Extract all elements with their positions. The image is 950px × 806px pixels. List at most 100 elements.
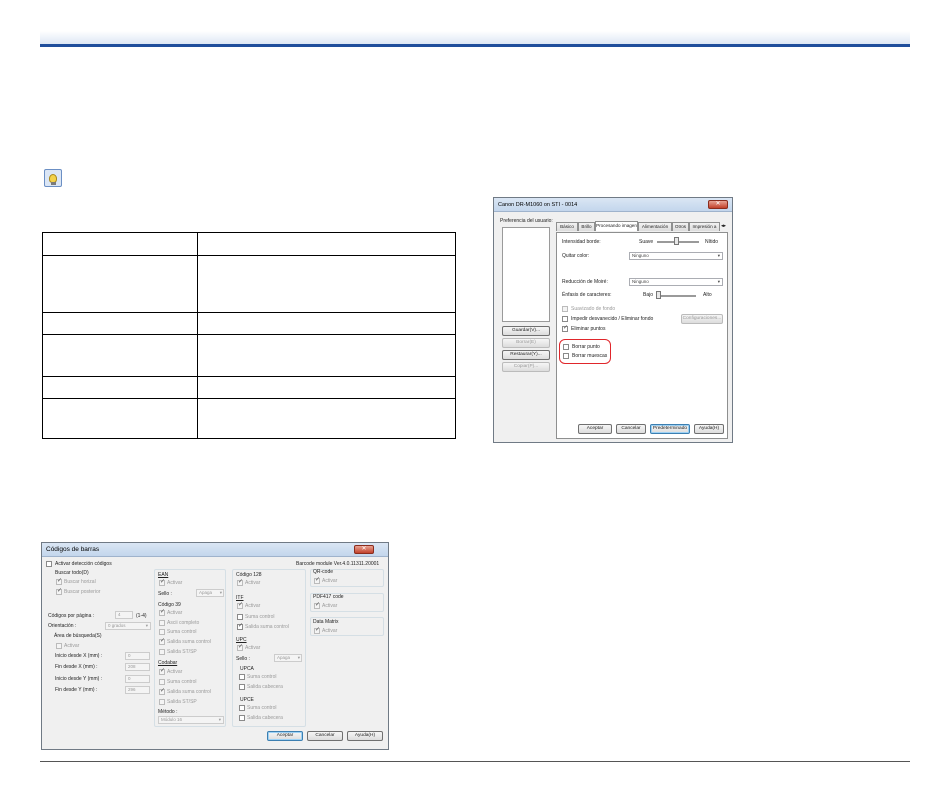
cancel-button[interactable]: Cancelar [307, 731, 343, 741]
qr-label: QR-code [313, 569, 334, 575]
remove-dots-checkbox[interactable] [562, 324, 568, 332]
end-x-label: Fin desde X (mm) : [55, 664, 98, 670]
upc-seal-value: Apaga [277, 655, 291, 660]
erase-notch-checkbox[interactable] [563, 353, 569, 359]
help-button[interactable]: Ayuda(H) [694, 424, 724, 434]
code39-enable-checkbox[interactable] [159, 608, 165, 616]
end-x-field[interactable]: 208 [125, 663, 150, 671]
upca-checksum-checkbox[interactable] [239, 674, 245, 680]
scanner-properties-dialog: Canon DR-M1060 on STI - 0014 ✕ Preferenc… [493, 197, 733, 443]
orientation-value: 0 grados [108, 623, 126, 628]
accept-button[interactable]: Aceptar [578, 424, 612, 434]
accept-button[interactable]: Aceptar [267, 731, 303, 741]
code39-checksum-output-checkbox[interactable] [159, 637, 165, 645]
table-row [42, 376, 456, 399]
search-posterior-checkbox[interactable] [56, 587, 62, 595]
moire-select[interactable]: Ninguno ▾ [629, 278, 723, 286]
upc-enable-checkbox[interactable] [237, 643, 243, 651]
datamatrix-enable-checkbox[interactable] [314, 626, 320, 634]
char-emphasis-slider[interactable] [656, 295, 696, 297]
dialog-titlebar: Códigos de barras [42, 543, 388, 557]
ean-seal-value: Apaga [199, 590, 213, 595]
codes-per-page-field[interactable]: 4 [115, 611, 133, 619]
ean-seal-select[interactable]: Apaga ▾ [196, 589, 224, 597]
code128-enable-checkbox[interactable] [237, 578, 243, 586]
method-value: Módulo 16 [161, 717, 183, 722]
code39-ascii-checkbox[interactable] [159, 620, 165, 626]
upc-seal-select[interactable]: Apaga ▾ [274, 654, 302, 662]
ean-enable-label: Activar [167, 580, 183, 586]
default-button[interactable]: Predeterminado [650, 424, 690, 434]
area-enable-checkbox[interactable] [56, 643, 62, 649]
ean-enable-checkbox[interactable] [159, 578, 165, 586]
upce-header-checkbox[interactable] [239, 715, 245, 721]
tab-panel: Intensidad borde: Suave Nítido Quitar co… [556, 232, 728, 439]
tab-otros[interactable]: Otros [672, 222, 689, 231]
upce-checksum-label: Suma control [247, 705, 277, 711]
codabar-stsp-checkbox[interactable] [159, 699, 165, 705]
itf-enable-label: Activar [245, 603, 261, 609]
pdf417-enable-label: Activar [322, 603, 338, 609]
tab-alimentacion[interactable]: Alimentación [638, 222, 672, 231]
help-button[interactable]: Ayuda(H) [347, 731, 383, 741]
upca-header-checkbox[interactable] [239, 684, 245, 690]
start-y-label: Inicio desde Y (mm) : [55, 676, 103, 682]
enable-detection-checkbox[interactable] [46, 561, 52, 567]
orientation-select[interactable]: 0 grados ▾ [105, 622, 151, 630]
codabar-enable-checkbox[interactable] [159, 667, 165, 675]
start-y-field[interactable]: 0 [125, 675, 150, 683]
chevron-down-icon: ▾ [145, 623, 148, 628]
tab-brillo[interactable]: Brillo [578, 222, 595, 231]
itf-checksum-checkbox[interactable] [237, 614, 243, 620]
header-rule [40, 44, 910, 47]
method-select[interactable]: Módulo 16 ▾ [158, 716, 224, 724]
erase-dot-label: Borrar punto [572, 344, 600, 350]
save-button[interactable]: Guardar(V)... [502, 326, 550, 336]
codabar-checksum-checkbox[interactable] [159, 679, 165, 685]
tab-basico[interactable]: Básico [556, 222, 578, 231]
code39-checksum-checkbox[interactable] [159, 629, 165, 635]
user-preference-list[interactable] [502, 227, 550, 322]
tab-procesando-imagen[interactable]: Procesando imagen [595, 221, 638, 231]
code39-checksum-output-label: Salida suma control [167, 639, 211, 645]
code39-stsp-checkbox[interactable] [159, 649, 165, 655]
itf-enable-checkbox[interactable] [237, 601, 243, 609]
chevron-down-icon: ▾ [717, 253, 720, 258]
codabar-checksum-output-checkbox[interactable] [159, 687, 165, 695]
datamatrix-label: Data Matrix [313, 619, 339, 625]
copy-button[interactable]: Copiar(P)... [502, 362, 550, 372]
module-version: Barcode module Ver.4.0.11311.20001 [296, 561, 380, 567]
upce-label: UPCE [240, 697, 254, 703]
close-icon[interactable]: ✕ [354, 545, 374, 554]
tab-scroll-arrows-icon[interactable]: ◂▸ [721, 223, 726, 229]
remove-color-value: Ninguno [632, 253, 649, 258]
start-x-field[interactable]: 0 [125, 652, 150, 660]
qr-enable-checkbox[interactable] [314, 576, 320, 584]
pdf417-enable-checkbox[interactable] [314, 601, 320, 609]
remove-color-select[interactable]: Ninguno ▾ [629, 252, 723, 260]
soft-label: Suave [639, 239, 654, 245]
edge-intensity-thumb[interactable] [674, 237, 679, 245]
start-x-label: Inicio desde X (mm) : [55, 653, 103, 659]
tab-impresion[interactable]: Impresión a [689, 222, 720, 231]
codes-per-page-label: Códigos por página : [48, 613, 95, 619]
codabar-stsp-label: Salida ST/SP [167, 699, 197, 705]
itf-checksum-output-checkbox[interactable] [237, 622, 243, 630]
restore-button[interactable]: Restaurar(Y)... [502, 350, 550, 360]
search-horizontal-checkbox[interactable] [56, 577, 62, 585]
chevron-down-icon: ▾ [717, 279, 720, 284]
configurations-button[interactable]: Configuraciones... [681, 314, 723, 324]
end-y-field[interactable]: 296 [125, 686, 150, 694]
cancel-button[interactable]: Cancelar [616, 424, 646, 434]
delete-button[interactable]: Borrar(E) [502, 338, 550, 348]
footer-rule [40, 761, 910, 762]
search-all-label: Buscar todo(D) [55, 570, 89, 576]
prevent-fade-checkbox[interactable] [562, 316, 568, 322]
close-icon[interactable]: ✕ [708, 200, 728, 209]
smooth-background-checkbox[interactable] [562, 306, 568, 312]
header-band [40, 31, 910, 44]
char-emphasis-thumb[interactable] [656, 291, 661, 299]
upca-checksum-label: Suma control [247, 674, 277, 680]
erase-dot-checkbox[interactable] [563, 344, 569, 350]
upce-checksum-checkbox[interactable] [239, 705, 245, 711]
